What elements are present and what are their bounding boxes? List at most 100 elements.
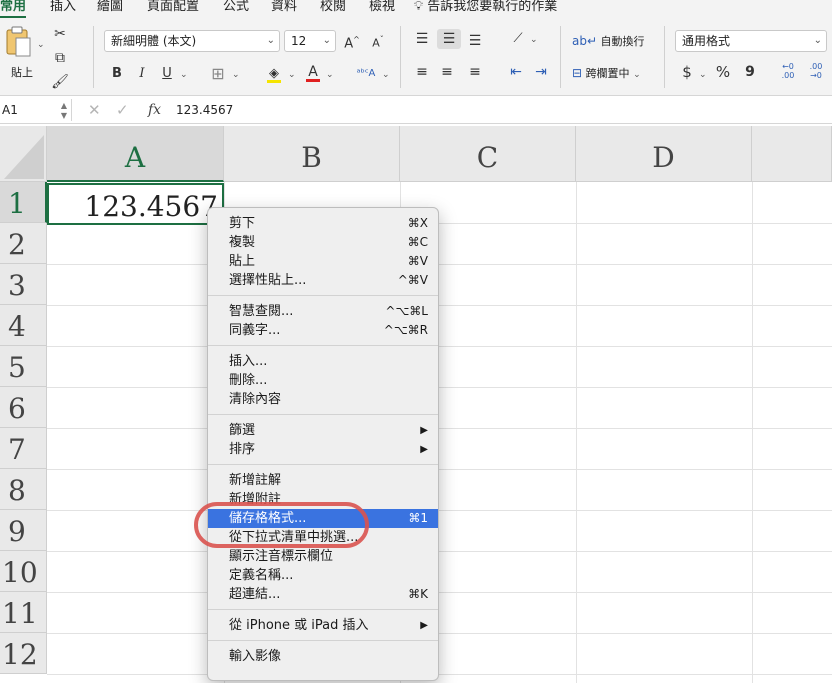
- menu-item-label: 超連結...: [229, 587, 281, 602]
- increase-font-button[interactable]: A^: [342, 30, 362, 52]
- tab-view[interactable]: 檢視: [369, 0, 395, 18]
- insert-function-button[interactable]: fx: [148, 99, 161, 121]
- format-painter-icon[interactable]: 🖌︎: [50, 72, 70, 92]
- borders-chevron-icon[interactable]: ⌄: [232, 70, 240, 80]
- align-top-icon[interactable]: ☰: [412, 29, 432, 49]
- menu-item[interactable]: 排序 ▶: [208, 440, 438, 459]
- menu-item[interactable]: 顯示注音標示欄位: [208, 547, 438, 566]
- menu-item-label: 剪下: [229, 216, 256, 231]
- menu-item-label: 選擇性貼上...: [229, 273, 307, 288]
- row-header-12[interactable]: 12: [0, 633, 47, 674]
- row-header-2[interactable]: 2: [0, 223, 47, 264]
- increase-indent-icon[interactable]: ⇥: [531, 62, 551, 82]
- column-header-e[interactable]: [752, 126, 832, 182]
- decrease-decimal-button[interactable]: .00 →0: [806, 62, 826, 82]
- tell-me-search[interactable]: 💡︎ 告訴我您要執行的作業: [414, 0, 557, 18]
- decrease-font-button[interactable]: Aˇ: [368, 30, 388, 50]
- comma-style-button[interactable]: 9: [740, 62, 760, 82]
- confirm-icon[interactable]: ✓: [116, 99, 129, 121]
- font-color-chevron-icon[interactable]: ⌄: [326, 70, 334, 80]
- increase-font-icon: A: [344, 36, 354, 52]
- row-header-11[interactable]: 11: [0, 592, 47, 633]
- row-header-4[interactable]: 4: [0, 305, 47, 346]
- name-box[interactable]: A1 ▲ ▼: [0, 99, 72, 121]
- column-header-d[interactable]: D: [576, 126, 752, 182]
- percent-button[interactable]: %: [713, 62, 733, 82]
- align-middle-icon[interactable]: ☰: [437, 29, 461, 49]
- row-header-10[interactable]: 10: [0, 551, 47, 592]
- bold-button[interactable]: B: [107, 64, 127, 84]
- tab-review[interactable]: 校閱: [320, 0, 346, 18]
- row-header-6[interactable]: 6: [0, 387, 47, 428]
- paste-chevron-icon[interactable]: ⌄: [37, 40, 45, 50]
- row-header-8[interactable]: 8: [0, 469, 47, 510]
- italic-button[interactable]: I: [132, 64, 152, 84]
- font-size-select[interactable]: 12 ⌄: [284, 30, 336, 52]
- column-header-a[interactable]: A: [47, 126, 224, 182]
- menu-item[interactable]: 清除內容: [208, 390, 438, 409]
- number-format-select[interactable]: 通用格式 ⌄: [675, 30, 827, 52]
- fill-color-chevron-icon[interactable]: ⌄: [288, 70, 296, 80]
- menu-item[interactable]: 智慧查閱... ^⌥⌘L: [208, 302, 438, 321]
- cut-icon[interactable]: ✂: [50, 24, 70, 44]
- copy-icon[interactable]: ⧉: [50, 48, 70, 68]
- underline-chevron-icon[interactable]: ⌄: [180, 70, 188, 80]
- cell-a1[interactable]: 123.4567: [47, 183, 224, 225]
- menu-item-shortcut: ⌘C: [407, 235, 428, 249]
- cancel-icon[interactable]: ✕: [88, 99, 101, 121]
- menu-item[interactable]: 複製 ⌘C: [208, 233, 438, 252]
- menu-item[interactable]: 剪下 ⌘X: [208, 214, 438, 233]
- orientation-icon[interactable]: ⟋: [508, 29, 528, 49]
- orientation-chevron-icon[interactable]: ⌄: [530, 35, 538, 45]
- column-header-c[interactable]: C: [400, 126, 576, 182]
- column-header-b[interactable]: B: [224, 126, 400, 182]
- align-center-icon[interactable]: ≡: [437, 62, 457, 82]
- menu-item[interactable]: 輸入影像: [208, 647, 438, 666]
- menu-separator: [208, 609, 438, 610]
- gridline: [47, 469, 832, 470]
- row-header-7[interactable]: 7: [0, 428, 47, 469]
- row-header-3[interactable]: 3: [0, 264, 47, 305]
- menu-item[interactable]: 選擇性貼上... ^⌘V: [208, 271, 438, 290]
- font-color-button[interactable]: A: [303, 62, 323, 82]
- menu-item[interactable]: 同義字... ^⌥⌘R: [208, 321, 438, 340]
- decrease-indent-icon[interactable]: ⇤: [506, 62, 526, 82]
- menu-item[interactable]: 新增註解: [208, 471, 438, 490]
- formula-input[interactable]: 123.4567: [176, 99, 233, 121]
- menu-item[interactable]: 插入...: [208, 352, 438, 371]
- menu-item[interactable]: 篩選 ▶: [208, 421, 438, 440]
- align-bottom-icon[interactable]: ☰: [465, 31, 485, 51]
- tab-insert[interactable]: 插入: [50, 0, 76, 18]
- phonetic-chevron-icon[interactable]: ⌄: [382, 70, 390, 80]
- tab-home[interactable]: 常用: [0, 0, 27, 18]
- underline-button[interactable]: U: [157, 64, 177, 84]
- increase-decimal-button[interactable]: ←0 .00: [778, 62, 798, 82]
- menu-item[interactable]: 從 iPhone 或 iPad 插入 ▶: [208, 616, 438, 635]
- tab-formulas[interactable]: 公式: [223, 0, 249, 18]
- paste-button[interactable]: [4, 26, 34, 60]
- borders-icon[interactable]: ⊞: [208, 64, 228, 84]
- tab-draw[interactable]: 繪圖: [97, 0, 123, 18]
- phonetic-icon[interactable]: ᵃᵇᶜA: [356, 64, 376, 84]
- row-header-5[interactable]: 5: [0, 346, 47, 387]
- gridline: [752, 182, 753, 683]
- menu-item[interactable]: 刪除...: [208, 371, 438, 390]
- tab-page-layout[interactable]: 頁面配置: [147, 0, 199, 18]
- fill-color-icon[interactable]: ◈: [264, 64, 284, 84]
- menu-item-shortcut: ^⌥⌘L: [385, 304, 428, 318]
- currency-button[interactable]: $: [677, 62, 697, 82]
- font-name-select[interactable]: 新細明體 (本文) ⌄: [104, 30, 280, 52]
- align-right-icon[interactable]: ≡: [465, 62, 485, 82]
- wrap-text-button[interactable]: ab↵ 自動換行: [572, 30, 645, 52]
- merge-center-button[interactable]: ⊟ 跨欄置中 ⌄: [572, 62, 641, 84]
- menu-item[interactable]: 超連結... ⌘K: [208, 585, 438, 604]
- align-left-icon[interactable]: ≡: [412, 62, 432, 82]
- row-header-9[interactable]: 9: [0, 510, 47, 551]
- currency-chevron-icon[interactable]: ⌄: [699, 70, 707, 80]
- row-header-1[interactable]: 1: [0, 182, 47, 223]
- menu-item-label: 篩選: [229, 423, 256, 438]
- select-all-button[interactable]: [0, 126, 47, 182]
- tab-data[interactable]: 資料: [271, 0, 297, 18]
- menu-item[interactable]: 定義名稱...: [208, 566, 438, 585]
- menu-item[interactable]: 貼上 ⌘V: [208, 252, 438, 271]
